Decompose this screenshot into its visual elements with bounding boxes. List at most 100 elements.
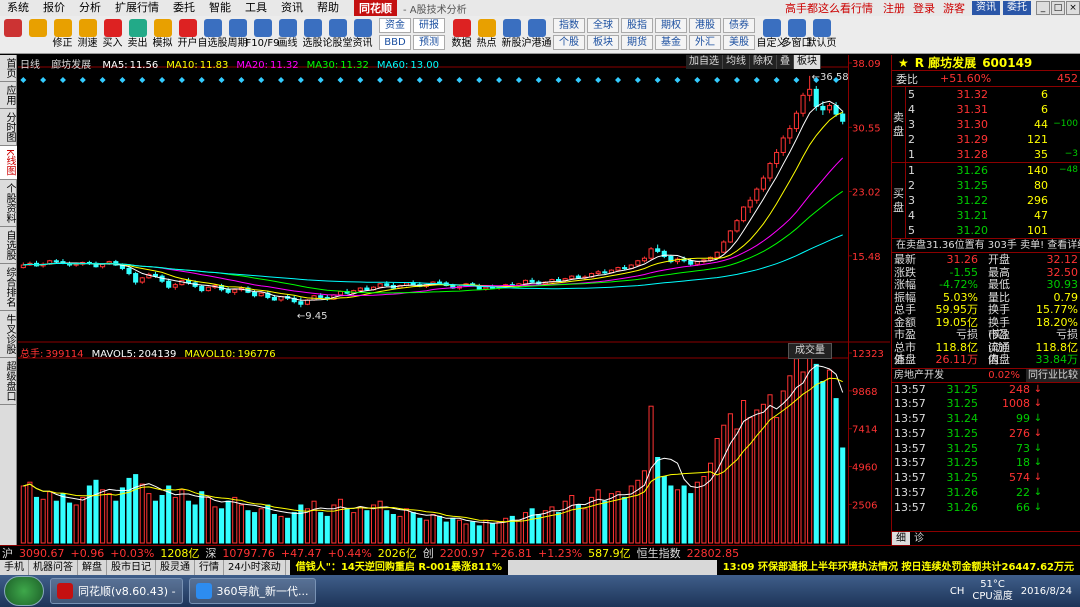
menu-item-6[interactable]: 工具 xyxy=(238,0,274,16)
toolbar-button-hot[interactable]: 热点 xyxy=(474,16,499,54)
chart-btn-1[interactable]: 均线 xyxy=(723,55,750,69)
left-tab-5[interactable]: 自选股 xyxy=(0,227,17,264)
market-chip[interactable]: 债券 xyxy=(723,18,755,33)
toolbar-button-back[interactable] xyxy=(25,16,50,54)
quote-tab-0[interactable]: 细 xyxy=(892,532,910,545)
market-chip[interactable]: 基金 xyxy=(655,35,687,50)
toolbar-button-grid[interactable] xyxy=(0,16,25,54)
order-row[interactable]: 1 31.26 140 −48 xyxy=(906,163,1080,178)
news-button-6[interactable]: 24小时滚动 xyxy=(224,560,286,575)
left-tab-6[interactable]: 综合排名 xyxy=(0,264,17,311)
chart-btn-4[interactable]: 板块 xyxy=(794,55,821,69)
menu-item-7[interactable]: 资讯 xyxy=(274,0,310,16)
start-button[interactable] xyxy=(4,576,44,606)
toolbar-button-home[interactable]: 默认页 xyxy=(807,16,837,54)
register-link[interactable]: 注册 xyxy=(879,0,909,16)
toolbar-button-simulate[interactable]: 模拟 xyxy=(150,16,175,54)
news-button-4[interactable]: 股灵通 xyxy=(156,560,195,575)
toolbar-chip[interactable]: 预测 xyxy=(413,35,445,50)
toolbar-chip[interactable]: BBD xyxy=(379,35,411,50)
toolbar-button-data[interactable]: 数据 xyxy=(449,16,474,54)
market-chip[interactable]: 板块 xyxy=(587,35,619,50)
minimize-icon[interactable]: _ xyxy=(1036,1,1050,15)
order-row[interactable]: 3 31.30 44 −100 xyxy=(906,117,1080,132)
toolbar-button-speed[interactable]: 测速 xyxy=(75,16,100,54)
menu-item-0[interactable]: 系统 xyxy=(0,0,36,16)
close-icon[interactable]: × xyxy=(1066,1,1080,15)
market-chip[interactable]: 个股 xyxy=(553,35,585,50)
toolbar-button-up-down[interactable]: 修正 xyxy=(50,16,75,54)
market-chip[interactable]: 期权 xyxy=(655,18,687,33)
trade-button[interactable]: 委托 xyxy=(1003,1,1031,15)
order-row[interactable]: 5 31.20 101 xyxy=(906,223,1080,238)
toolbar-button-ipo[interactable]: 新股 xyxy=(499,16,524,54)
chart-btn-0[interactable]: 加自选 xyxy=(686,55,723,69)
toolbar-button-buy[interactable]: 买入 xyxy=(100,16,125,54)
market-chip[interactable]: 港股 xyxy=(689,18,721,33)
order-row[interactable]: 2 31.29 121 xyxy=(906,132,1080,147)
menu-item-3[interactable]: 扩展行情 xyxy=(108,0,166,16)
toolbar-button-select[interactable]: 选股 xyxy=(300,16,325,54)
quote-tab-1[interactable]: 诊 xyxy=(910,532,928,545)
market-chip[interactable]: 外汇 xyxy=(689,35,721,50)
toolbar-chip[interactable]: 研报 xyxy=(413,18,445,33)
toolbar-button-multiwin[interactable]: 多窗口 xyxy=(782,16,812,54)
order-row[interactable]: 3 31.22 296 xyxy=(906,193,1080,208)
maximize-icon[interactable]: □ xyxy=(1051,1,1065,15)
order-row[interactable]: 4 31.21 47 xyxy=(906,208,1080,223)
toolbar-button-hk[interactable]: 沪港通 xyxy=(522,16,552,54)
star-icon[interactable]: ★ xyxy=(898,56,909,70)
news-ticker-1[interactable]: 借钱人"：14天逆回购重启 R-001暴涨811% xyxy=(289,560,508,575)
info-button[interactable]: 资讯 xyxy=(972,1,1000,15)
order-row[interactable]: 4 31.31 6 xyxy=(906,102,1080,117)
toolbar-button-draw[interactable]: 画线 xyxy=(275,16,300,54)
login-link[interactable]: 登录 xyxy=(909,0,939,16)
news-button-0[interactable]: 手机 xyxy=(0,560,29,575)
toolbar-button-sell[interactable]: 卖出 xyxy=(125,16,150,54)
chart-area[interactable]: 38.09 30.55 23.02 15.48 12323 9868 7414 4960 250… xyxy=(18,55,890,545)
toolbar-button-f10[interactable]: F10/F9 xyxy=(246,16,279,54)
left-tab-2[interactable]: 分时图 xyxy=(0,109,17,146)
news-button-3[interactable]: 股市日记 xyxy=(107,560,156,575)
order-row[interactable]: 5 31.32 6 xyxy=(906,87,1080,102)
order-row[interactable]: 1 31.28 35 −3 xyxy=(906,147,1080,162)
menu-item-5[interactable]: 智能 xyxy=(202,0,238,16)
menu-item-1[interactable]: 报价 xyxy=(36,0,72,16)
market-chip[interactable]: 股指 xyxy=(621,18,653,33)
toolbar-button-watchlist[interactable]: 自选股 xyxy=(198,16,228,54)
toolbar-chip[interactable]: 资金 xyxy=(379,18,411,33)
market-chip[interactable]: 期货 xyxy=(621,35,653,50)
market-chip[interactable]: 美股 xyxy=(723,35,755,50)
toolbar-button-custom[interactable]: 自定义 xyxy=(757,16,787,54)
left-tab-1[interactable]: 应用 xyxy=(0,82,17,109)
left-tab-4[interactable]: 个股资料 xyxy=(0,180,17,227)
toolbar-button-forum[interactable]: 论股堂 xyxy=(323,16,353,54)
promo-link[interactable]: 高手都这么看行情 xyxy=(779,0,879,16)
task-app[interactable]: 同花顺(v8.60.43) - xyxy=(50,578,183,604)
left-tab-0[interactable]: 首页 xyxy=(0,55,17,82)
task-browser[interactable]: 360导航_新一代... xyxy=(188,578,316,604)
toolbar-button-news[interactable]: 资讯 xyxy=(350,16,375,54)
volume-indicator-button[interactable]: 成交量 xyxy=(788,343,832,359)
left-tab-3[interactable]: K线图 xyxy=(0,146,17,180)
market-chip[interactable]: 指数 xyxy=(553,18,585,33)
order-row[interactable]: 2 31.25 80 xyxy=(906,178,1080,193)
news-button-5[interactable]: 行情 xyxy=(195,560,224,575)
market-chip[interactable]: 全球 xyxy=(587,18,619,33)
big-order-alert[interactable]: 在卖盘31.36位置有 303手 卖单! 查看详细 xyxy=(892,239,1080,253)
lang-indicator[interactable]: CH xyxy=(950,586,965,597)
peer-compare-button[interactable]: 同行业比较 xyxy=(1026,368,1080,382)
news-ticker-2[interactable]: 13:09 环保部通报上半年环境执法情况 按日连续处罚金额共计26447.62万… xyxy=(716,560,1080,575)
left-tab-7[interactable]: 牛叉诊股 xyxy=(0,311,17,358)
menu-item-4[interactable]: 委托 xyxy=(166,0,202,16)
left-tab-8[interactable]: 超级盘口 xyxy=(0,358,17,405)
menu-item-2[interactable]: 分析 xyxy=(72,0,108,16)
kline-chart[interactable]: 38.09 30.55 23.02 15.48 12323 9868 7414 4960 250… xyxy=(18,55,890,545)
news-button-1[interactable]: 机器问答 xyxy=(29,560,78,575)
chart-btn-3[interactable]: 叠 xyxy=(777,55,794,69)
news-button-2[interactable]: 解盘 xyxy=(78,560,107,575)
toolbar-button-account[interactable]: 开户 xyxy=(175,16,200,54)
sector-name[interactable]: 房地产开发 xyxy=(894,369,964,382)
chart-btn-2[interactable]: 除权 xyxy=(750,55,777,69)
menu-item-8[interactable]: 帮助 xyxy=(310,0,346,16)
